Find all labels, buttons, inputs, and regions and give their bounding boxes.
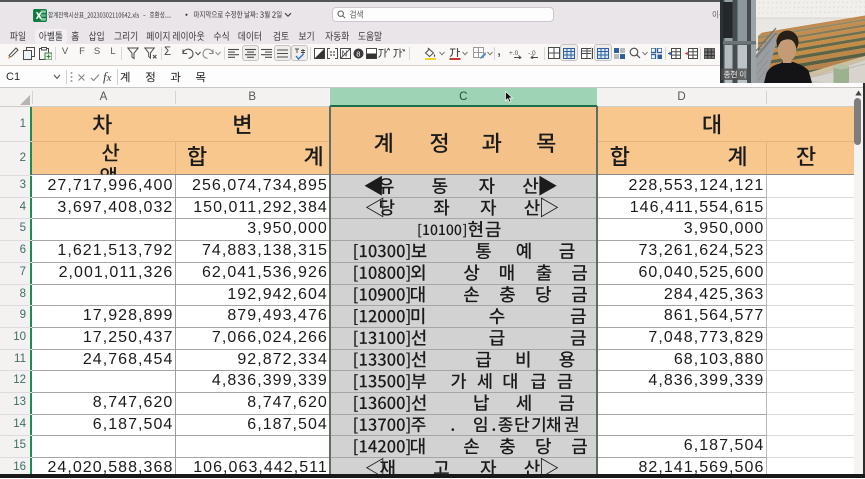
svg-text:+.0: +.0 (509, 50, 519, 57)
svg-text:N: N (341, 49, 347, 58)
svg-text:-.0: -.0 (528, 50, 536, 57)
svg-text:8: 8 (356, 49, 360, 58)
